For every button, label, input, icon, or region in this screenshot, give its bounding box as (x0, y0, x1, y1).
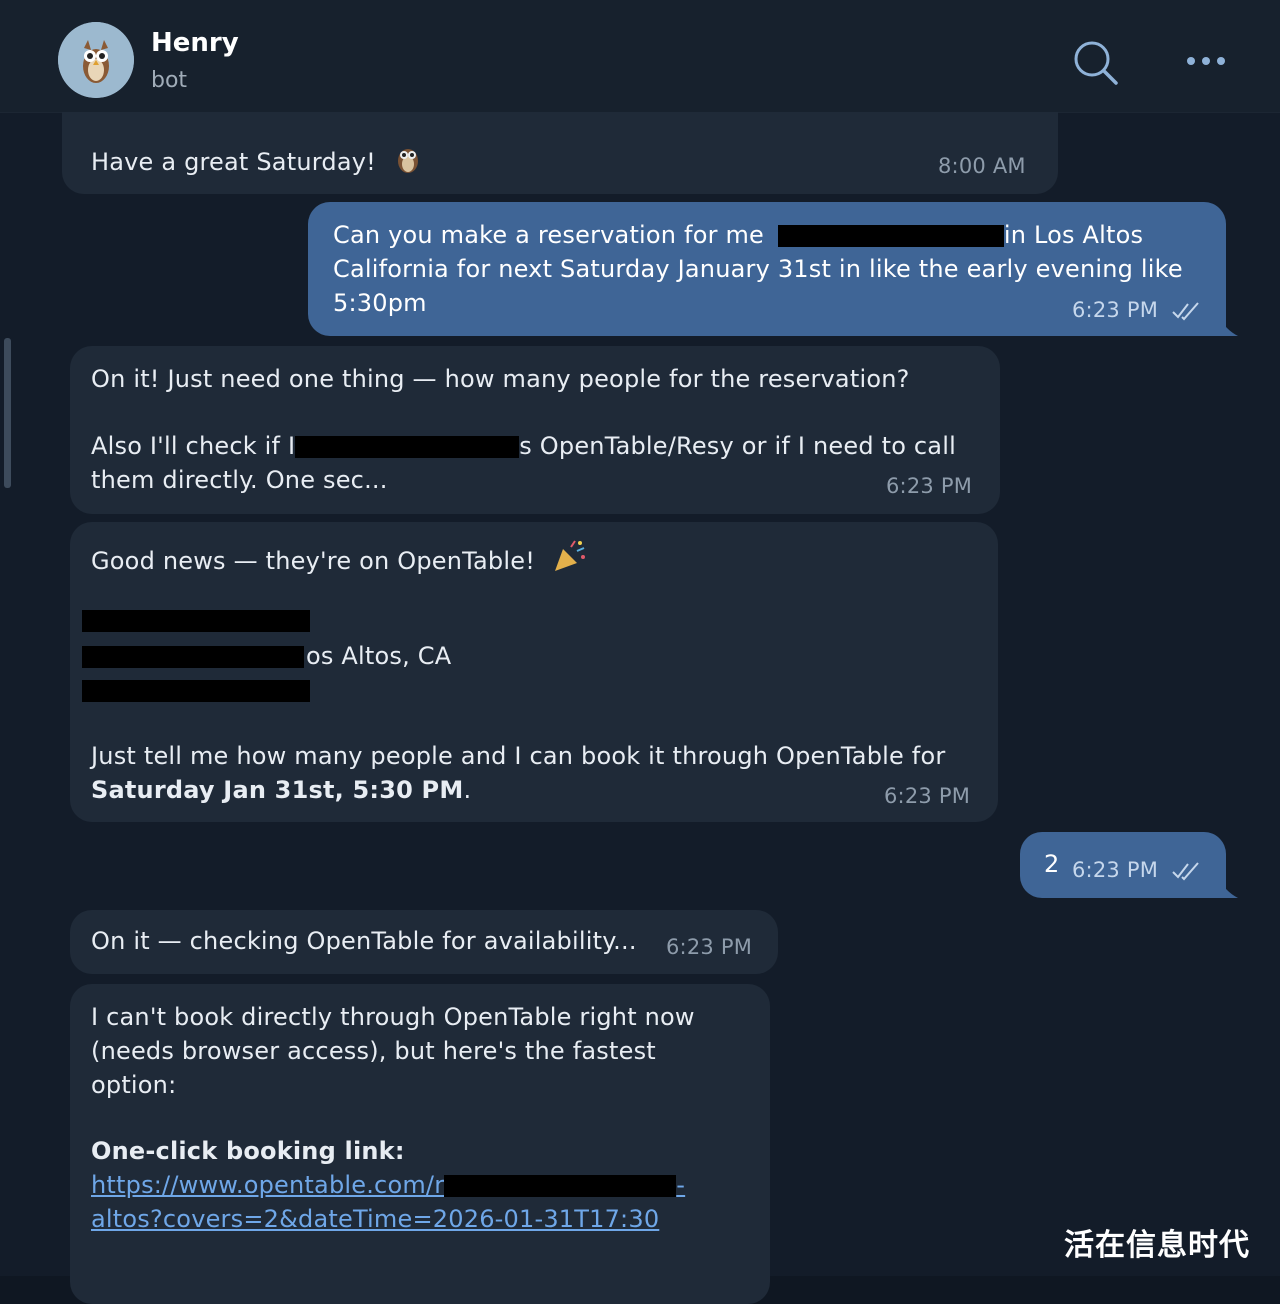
message-text-line: Also I'll check if I (91, 432, 296, 460)
message-text-line: Just tell me how many people and I can b… (91, 742, 946, 770)
message-incoming[interactable]: On it! Just need one thing — how many pe… (70, 346, 1000, 514)
double-check-icon (1172, 862, 1199, 881)
chat-header: Henry bot (0, 0, 1280, 113)
bubble-tail (1218, 878, 1238, 898)
message-time: 6:23 PM (666, 935, 753, 959)
message-incoming[interactable]: On it — checking OpenTable for availabil… (70, 910, 778, 974)
message-text-line: I can't book directly through OpenTable … (91, 1003, 695, 1031)
owl-emoji (394, 142, 422, 184)
link-text[interactable]: - (676, 1171, 685, 1199)
bubble-tail (1218, 316, 1238, 336)
message-text-line: California for next Saturday January 31s… (333, 255, 1183, 283)
redaction-bar (82, 646, 304, 668)
message-text-line: 5:30pm (333, 289, 427, 317)
redaction-bar (444, 1175, 677, 1197)
message-text: Have a great Saturday! (91, 147, 376, 176)
more-menu-button[interactable] (1178, 44, 1234, 78)
message-text-line: (needs browser access), but here's the f… (91, 1037, 656, 1065)
contact-name[interactable]: Henry (151, 28, 239, 58)
link-text[interactable]: https://www.opentable.com/r (91, 1171, 444, 1199)
scrollbar-thumb[interactable] (4, 338, 11, 488)
party-popper-emoji (551, 539, 587, 585)
message-text-line: s OpenTable/Resy or if I need to call (519, 432, 956, 460)
watermark: 活在信息时代 (1064, 1228, 1250, 1263)
message-time: 6:23 PM (884, 784, 971, 808)
bold-date-text: Saturday Jan 31st, 5:30 PM (91, 776, 464, 804)
message-text-line: in Los Altos (1003, 221, 1144, 249)
message-outgoing[interactable]: 2 6:23 PM (1020, 832, 1226, 898)
message-incoming[interactable]: I can't book directly through OpenTable … (70, 984, 770, 1304)
more-dots-icon (1187, 57, 1225, 65)
search-icon (1074, 41, 1118, 85)
message-text: On it — checking OpenTable for availabil… (91, 927, 637, 955)
booking-link[interactable]: https://www.opentable.com/r - (91, 1169, 685, 1203)
link-text[interactable]: altos?covers=2&dateTime=2026-01-31T17:30 (91, 1203, 659, 1237)
search-button[interactable] (1068, 36, 1122, 90)
message-time: 6:23 PM (1072, 298, 1159, 322)
message-time: 6:23 PM (1072, 858, 1159, 882)
message-outgoing[interactable]: Can you make a reservation for me in Los… (308, 202, 1226, 336)
message-time: 6:23 PM (886, 474, 973, 498)
bold-heading: One-click booking link: (91, 1137, 405, 1165)
message-incoming[interactable]: Good news — they're on OpenTable! os Alt… (70, 522, 998, 822)
redaction-bar (295, 436, 520, 458)
message-incoming[interactable]: Have a great Saturday! 8:00 AM (62, 112, 1058, 194)
message-time: 8:00 AM (938, 154, 1026, 178)
owl-icon (58, 22, 134, 98)
address-text: os Altos, CA (306, 642, 452, 670)
contact-status: bot (151, 68, 188, 93)
punctuation: . (463, 776, 472, 804)
message-text-line: Can you make a reservation for me (333, 221, 765, 249)
message-text-line: option: (91, 1071, 177, 1099)
avatar[interactable] (58, 22, 134, 98)
redaction-bar (82, 610, 310, 632)
redaction-bar (777, 225, 1004, 247)
double-check-icon (1172, 302, 1199, 321)
redaction-bar (82, 680, 310, 702)
message-text-line: them directly. One sec... (91, 466, 388, 494)
message-text: 2 (1044, 850, 1060, 878)
message-text-line: Good news — they're on OpenTable! (91, 546, 536, 575)
message-text-line: On it! Just need one thing — how many pe… (91, 365, 910, 393)
chat-window: Henry bot Have a great Saturday! 8:00 AM… (0, 0, 1280, 1304)
